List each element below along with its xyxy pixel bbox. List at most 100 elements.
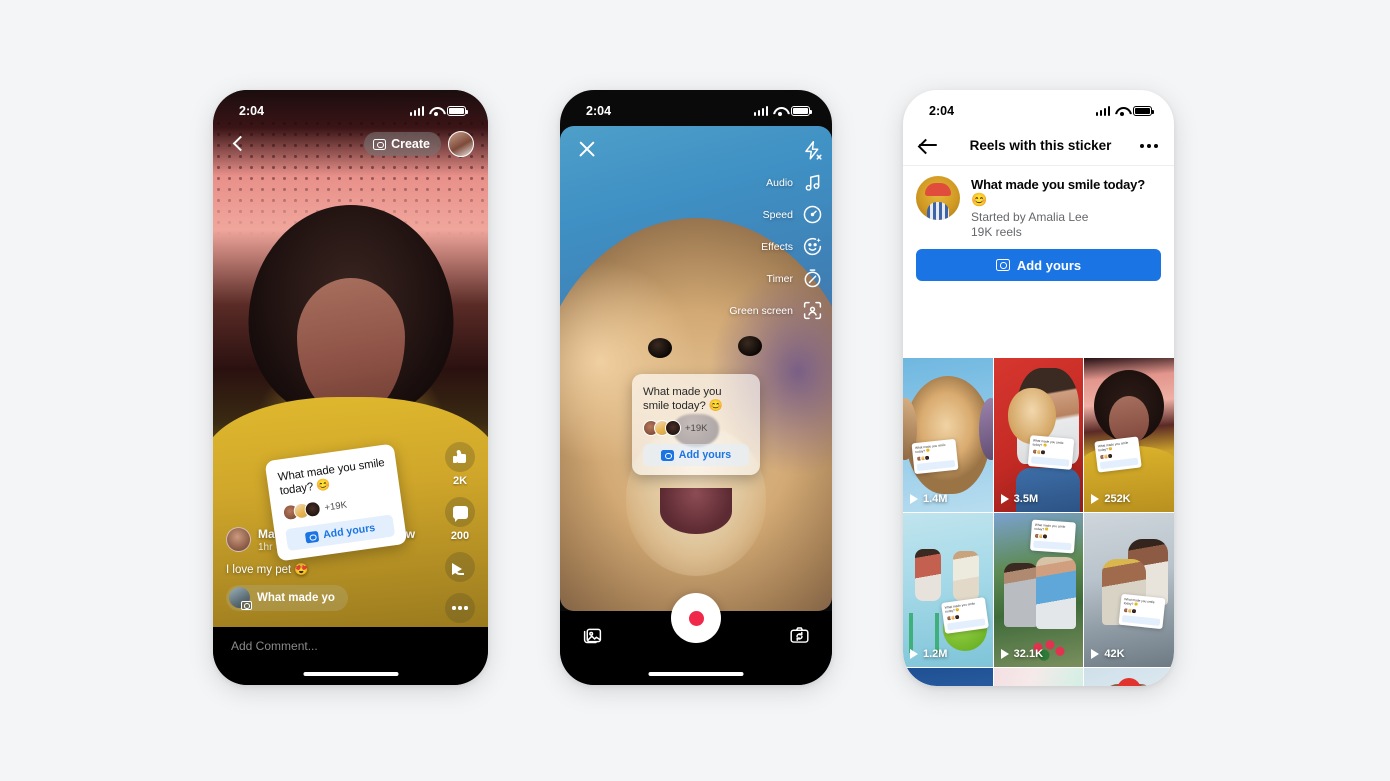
ellipsis-icon[interactable] (1140, 143, 1158, 148)
prop-stool (909, 613, 939, 653)
reel-thumbnail[interactable]: What made you smile today? 😊 42K (1084, 513, 1174, 667)
mini-sticker: What made you smile today? 😊 (1118, 593, 1166, 630)
battery-icon (447, 106, 469, 116)
timer-icon (802, 268, 823, 289)
mini-cta (1121, 615, 1161, 627)
subject-person (915, 549, 941, 601)
play-icon (910, 649, 918, 659)
phone2-screen: 2:04 Audio Speed Effects Timer Green scr… (560, 90, 832, 685)
mini-cta (1100, 458, 1139, 470)
reel-topbar: Create (213, 126, 488, 162)
home-indicator (303, 671, 398, 676)
view-count-label: 3.5M (1013, 493, 1039, 505)
reel-thumbnail[interactable] (1084, 668, 1174, 686)
add-yours-label: Add yours (1016, 257, 1082, 273)
camera-viewfinder[interactable]: Audio Speed Effects Timer Green screen W… (560, 126, 832, 611)
add-yours-button[interactable]: Add yours (643, 444, 749, 467)
mini-cta (1033, 540, 1072, 551)
timer-label: Timer (766, 272, 793, 285)
reel-action-rail: 2K 200 (440, 442, 480, 623)
share-button[interactable] (445, 552, 475, 582)
started-by-text: Started by Amalia Lee (971, 210, 1089, 224)
subject-person (1003, 563, 1038, 627)
sticker-participants: +19K (643, 420, 749, 437)
thumbnail-art (1084, 358, 1174, 512)
effects-sparkle-icon (802, 236, 823, 257)
reel-thumbnail[interactable]: What made you smile today? 😊 1.2M (903, 513, 993, 667)
camera-icon (304, 530, 320, 544)
close-icon[interactable] (574, 136, 600, 162)
add-yours-label: Add yours (322, 522, 376, 542)
sticker-info: What made you smile today? 😊 Started by … (971, 176, 1161, 239)
avatar (226, 527, 251, 552)
add-yours-button[interactable]: Add yours (916, 249, 1161, 281)
sticker-name: What made you smile today? 😊 (971, 177, 1145, 207)
avatar[interactable] (916, 176, 960, 220)
reel-thumbnail[interactable]: What made you smile today? 😊 32.1K (993, 513, 1084, 667)
status-indicators (409, 106, 469, 117)
speed-tool[interactable]: Speed (729, 204, 823, 225)
play-icon (1091, 494, 1100, 504)
audio-tool[interactable]: Audio (729, 172, 823, 193)
view-count: 3.5M (1000, 493, 1039, 505)
reel-thumbnail[interactable] (993, 668, 1084, 686)
flash-off-icon (802, 140, 823, 161)
record-button[interactable] (671, 593, 721, 643)
like-button[interactable] (445, 442, 475, 472)
dog-eye-left (648, 338, 672, 358)
cellular-signal-icon (409, 106, 424, 116)
back-icon[interactable] (227, 133, 249, 155)
view-count: 42K (1091, 648, 1125, 660)
mini-sticker: What made you smile today? 😊 (1028, 435, 1075, 470)
reel-thumbnail[interactable]: What made you smile today? 😊 3.5M (993, 358, 1084, 512)
participant-count: +19K (685, 422, 708, 434)
effects-label: Effects (761, 240, 793, 253)
battery-icon (1133, 106, 1155, 116)
more-options-button[interactable] (445, 593, 475, 623)
flip-camera-icon[interactable] (789, 625, 810, 646)
mini-sticker: What made you smile today? 😊 (941, 597, 989, 634)
avatar[interactable] (448, 131, 474, 157)
add-yours-button[interactable]: Add yours (285, 514, 396, 552)
subject-arm (1014, 684, 1046, 686)
create-button-label: Create (391, 137, 430, 151)
play-icon (1091, 649, 1100, 659)
green-screen-tool[interactable]: Green screen (729, 300, 823, 321)
post-time: 1hr (258, 541, 273, 553)
comment-input-bar[interactable]: Add Comment... (213, 627, 488, 685)
reel-thumbnail[interactable]: What made you smile today? 😊 252K (1084, 358, 1174, 512)
back-arrow-icon[interactable] (919, 137, 941, 155)
add-yours-label: Add yours (678, 449, 732, 462)
comment-preview-text: What made yo (257, 591, 335, 604)
thumbnail-art (903, 358, 993, 512)
reel-count-text: 19K reels (971, 225, 1022, 239)
flash-toggle[interactable] (729, 140, 823, 161)
status-bar: 2:04 (213, 90, 488, 126)
mini-sticker: What made you smile today? 😊 (1094, 436, 1143, 473)
view-count: 1.2M (910, 648, 947, 660)
view-count-label: 252K (1104, 493, 1131, 505)
page-title: Reels with this sticker (969, 138, 1112, 153)
comment-button[interactable] (445, 497, 475, 527)
record-dot (688, 610, 704, 626)
reels-grid: What made you smile today? 😊 1.4M What m… (903, 358, 1174, 686)
camera-icon (373, 138, 387, 150)
mini-sticker-question: What made you smile today? 😊 (1034, 522, 1066, 532)
reel-thumbnail[interactable]: What made you smile today? 😊 1.4M (903, 358, 993, 512)
create-button[interactable]: Create (364, 132, 441, 156)
subject-jeans (1015, 468, 1080, 512)
wifi-icon (773, 106, 786, 117)
add-yours-sticker[interactable]: What made you smile today? 😊 +19K Add yo… (632, 374, 760, 476)
comment-preview-pill[interactable]: What made yo (226, 584, 348, 611)
camera-icon (995, 259, 1010, 271)
status-bar: 2:04 (560, 90, 832, 126)
reel-thumbnail[interactable] (903, 668, 993, 686)
mini-sticker: What made you smile today? 😊 (1030, 519, 1077, 554)
camera-icon (660, 449, 674, 461)
add-yours-sticker[interactable]: What made you smile today? 😊 +19K Add yo… (264, 443, 408, 562)
gallery-icon[interactable] (582, 625, 603, 646)
wifi-icon (1115, 106, 1128, 117)
effects-tool[interactable]: Effects (729, 236, 823, 257)
view-count: 1.4M (910, 493, 947, 505)
timer-tool[interactable]: Timer (729, 268, 823, 289)
